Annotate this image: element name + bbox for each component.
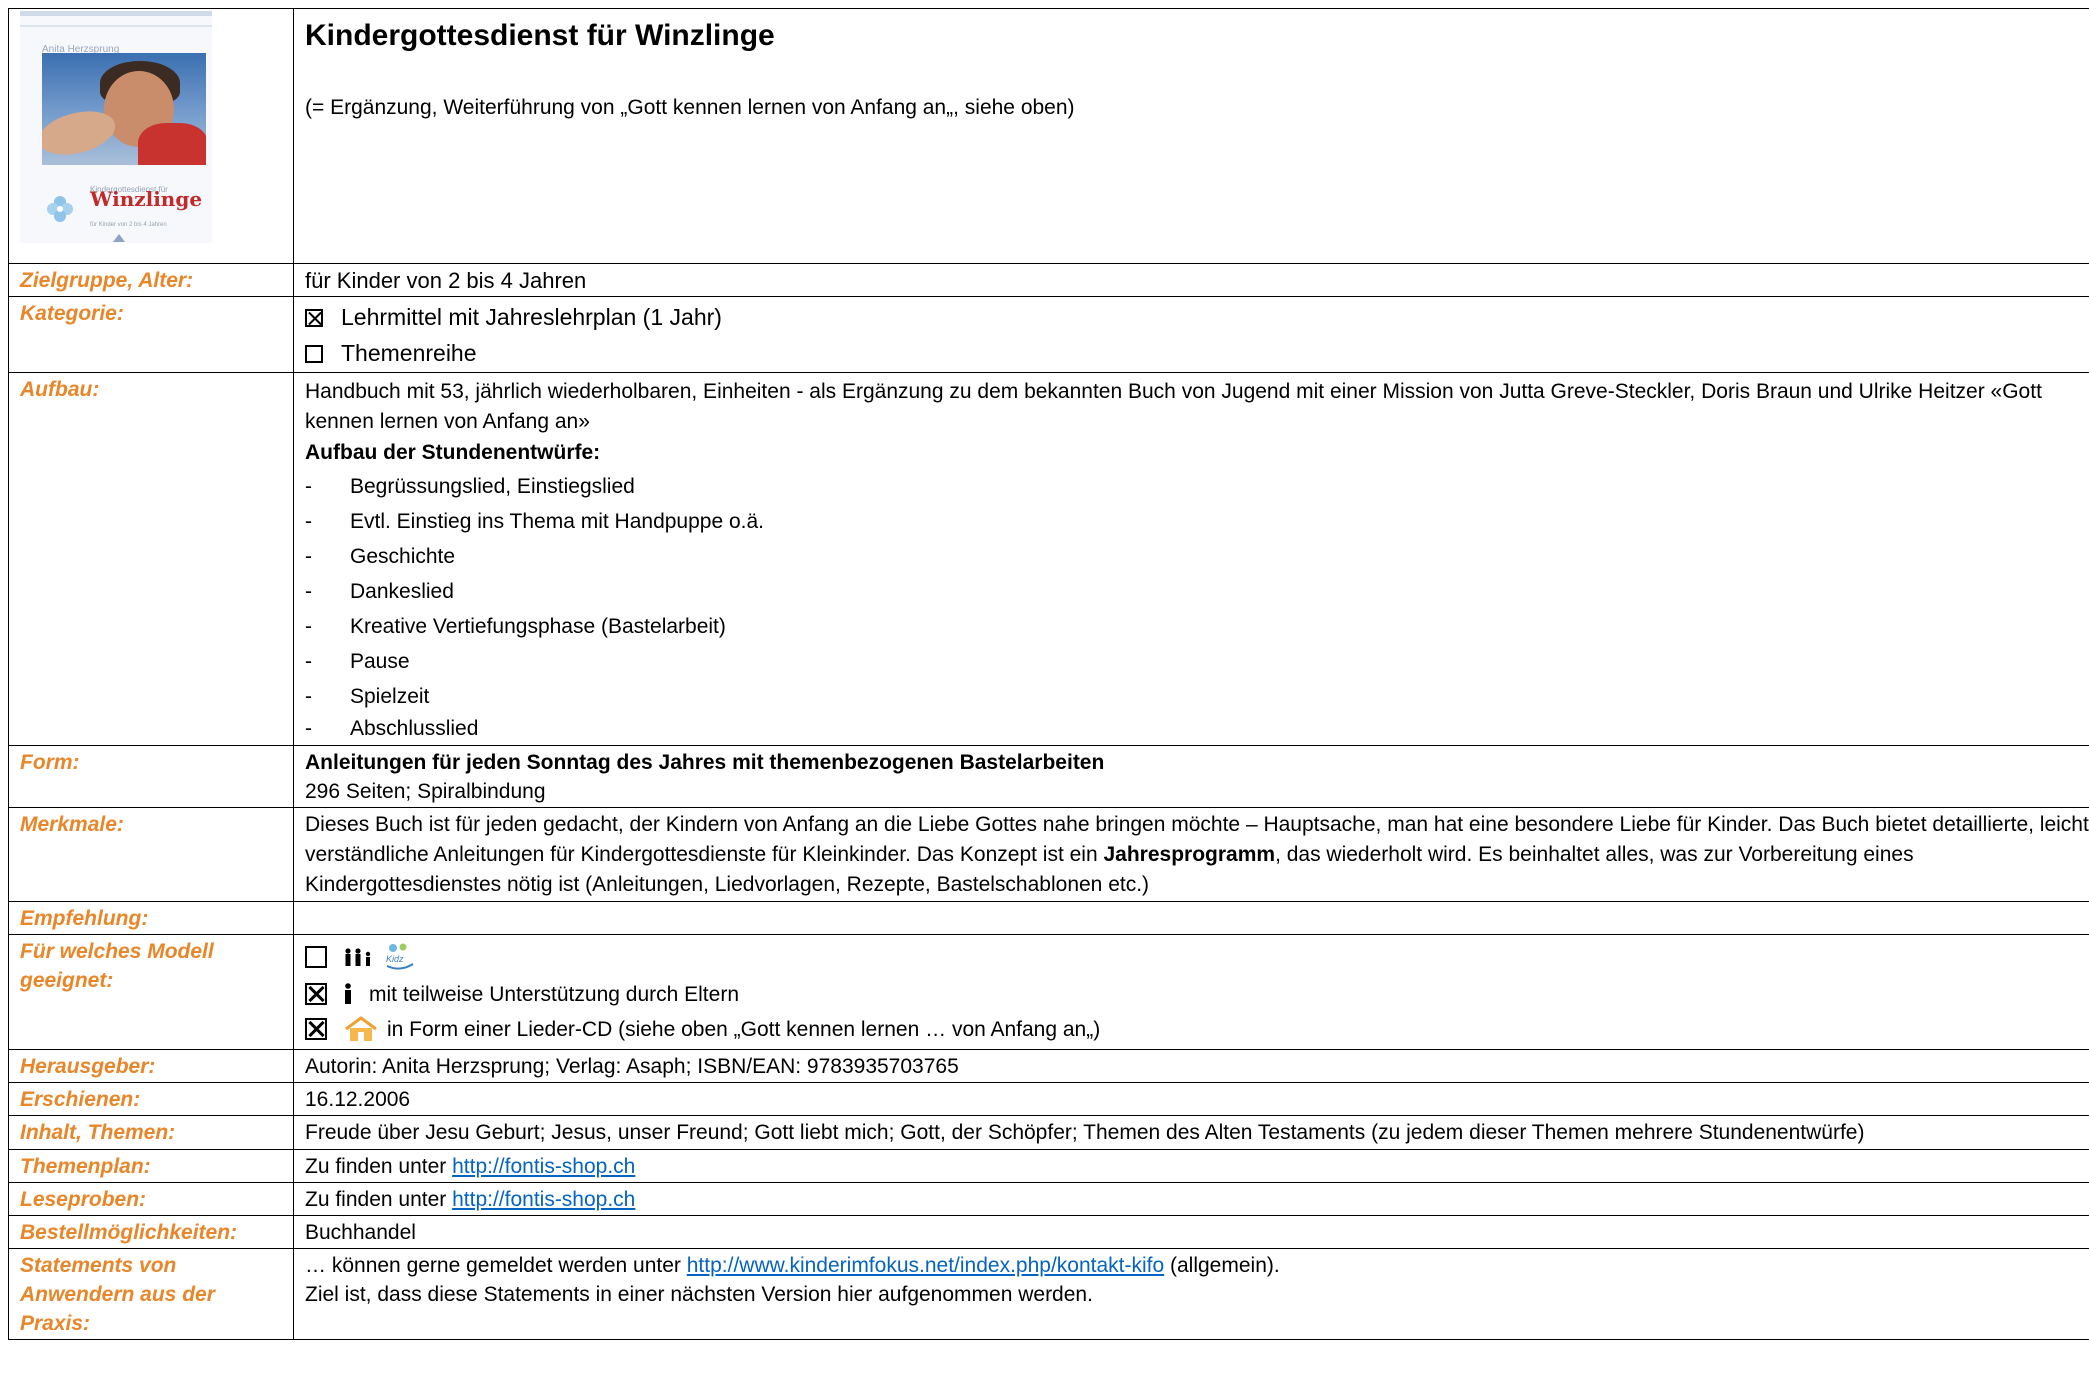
row-kategorie: Kategorie: Lehrmittel mit Jahreslehrplan… — [8, 296, 2089, 373]
home-icon — [343, 1016, 379, 1042]
form-bold: Anleitungen für jeden Sonntag des Jahres… — [305, 751, 1105, 774]
kidz-logo-icon: Kidz — [383, 942, 417, 972]
label-kategorie: Kategorie: — [8, 296, 294, 373]
empty-checkbox-icon[interactable] — [305, 345, 323, 363]
person-icon — [343, 983, 353, 1005]
flower-icon — [47, 196, 73, 222]
svg-text:Kidz: Kidz — [386, 954, 404, 964]
profile-table: Anita Herzsprung Kindergottesdienst für … — [8, 8, 2089, 1340]
value-zielgruppe: für Kinder von 2 bis 4 Jahren — [293, 263, 2089, 297]
merkmale-bold: Jahresprogramm — [1103, 843, 1276, 866]
header-row: Anita Herzsprung Kindergottesdienst für … — [8, 8, 2089, 264]
page-title: Kindergottesdienst für Winzlinge — [305, 19, 775, 52]
list-item: - Geschichte — [305, 545, 456, 568]
value-statements: … können gerne gemeldet werden unter htt… — [293, 1248, 2089, 1340]
row-bestell: Bestellmöglichkeiten: Buchhandel — [8, 1215, 2089, 1249]
label-statements: Statements von Anwendern aus der Praxis: — [8, 1248, 294, 1340]
themenplan-link[interactable]: http://fontis-shop.ch — [452, 1155, 635, 1178]
publisher-logo-icon — [113, 234, 125, 242]
modell-option-text: in Form einer Lieder-CD (siehe oben „Got… — [387, 1017, 1101, 1041]
value-inhalt: Freude über Jesu Geburt; Jesus, unser Fr… — [293, 1115, 2089, 1150]
title-cell: Kindergottesdienst für Winzlinge (= Ergä… — [293, 8, 2089, 264]
label-aufbau: Aufbau: — [8, 372, 294, 746]
statements-line-2: Ziel ist, dass diese Statements in einer… — [305, 1283, 1093, 1306]
row-merkmale: Merkmale: Dieses Buch ist für jeden geda… — [8, 807, 2089, 902]
label-modell: Für welches Modell geeignet: — [8, 934, 294, 1050]
row-empfehlung: Empfehlung: — [8, 901, 2089, 935]
value-leseproben: Zu finden unter http://fontis-shop.ch — [293, 1182, 2089, 1216]
page-subtitle: (= Ergänzung, Weiterführung von „Gott ke… — [305, 96, 1075, 119]
label-form: Form: — [8, 745, 294, 808]
checked-box-icon[interactable] — [305, 983, 327, 1005]
leseproben-prefix: Zu finden unter — [305, 1188, 453, 1211]
checked-box-icon[interactable] — [305, 309, 323, 327]
empty-checkbox-icon[interactable] — [305, 946, 327, 968]
value-themenplan: Zu finden unter http://fontis-shop.ch — [293, 1149, 2089, 1183]
row-modell: Für welches Modell geeignet: Kidz mit te… — [8, 934, 2089, 1050]
label-empfehlung: Empfehlung: — [8, 901, 294, 935]
book-cover-image: Anita Herzsprung Kindergottesdienst für … — [20, 11, 212, 243]
value-bestell: Buchhandel — [293, 1215, 2089, 1249]
label-inhalt: Inhalt, Themen: — [8, 1115, 294, 1150]
kategorie-option-label: Lehrmittel mit Jahreslehrplan (1 Jahr) — [341, 304, 722, 330]
label-erschienen: Erschienen: — [8, 1082, 294, 1116]
statements-link[interactable]: http://www.kinderimfokus.net/index.php/k… — [687, 1254, 1164, 1277]
row-erschienen: Erschienen: 16.12.2006 — [8, 1082, 2089, 1116]
row-statements: Statements von Anwendern aus der Praxis:… — [8, 1248, 2089, 1340]
value-aufbau: Handbuch mit 53, jährlich wiederholbaren… — [293, 372, 2089, 746]
kategorie-option-2[interactable]: Themenreihe — [305, 335, 2089, 371]
list-item: - Spielzeit — [305, 685, 430, 708]
modell-option-3[interactable]: in Form einer Lieder-CD (siehe oben „Got… — [305, 1012, 2089, 1046]
list-item: - Pause — [305, 650, 410, 673]
kategorie-option-label: Themenreihe — [341, 340, 477, 366]
modell-option-1[interactable]: Kidz — [305, 938, 2089, 976]
list-item: - Begrüssungslied, Einstiegslied — [305, 475, 635, 498]
row-aufbau: Aufbau: Handbuch mit 53, jährlich wieder… — [8, 372, 2089, 746]
cover-title: Winzlinge — [90, 187, 203, 211]
label-zielgruppe: Zielgruppe, Alter: — [8, 263, 294, 297]
themenplan-prefix: Zu finden unter — [305, 1155, 453, 1178]
row-inhalt: Inhalt, Themen: Freude über Jesu Geburt;… — [8, 1115, 2089, 1150]
value-empfehlung — [293, 901, 2089, 935]
cover-fine-print: für Kinder von 2 bis 4 Jahren — [90, 222, 167, 228]
value-kategorie: Lehrmittel mit Jahreslehrplan (1 Jahr) T… — [293, 296, 2089, 373]
list-item: - Abschlusslied — [305, 717, 479, 740]
label-herausgeber: Herausgeber: — [8, 1049, 294, 1083]
list-item: - Kreative Vertiefungsphase (Bastelarbeit… — [305, 615, 726, 638]
aufbau-heading: Aufbau der Stundenentwürfe: — [305, 441, 601, 464]
label-bestell: Bestellmöglichkeiten: — [8, 1215, 294, 1249]
modell-option-text: mit teilweise Unterstützung durch Eltern — [369, 982, 739, 1006]
row-herausgeber: Herausgeber: Autorin: Anita Herzsprung; … — [8, 1049, 2089, 1083]
list-item: - Dankeslied — [305, 580, 454, 603]
value-herausgeber: Autorin: Anita Herzsprung; Verlag: Asaph… — [293, 1049, 2089, 1083]
value-merkmale: Dieses Buch ist für jeden gedacht, der K… — [293, 807, 2089, 902]
row-form: Form: Anleitungen für jeden Sonntag des … — [8, 745, 2089, 808]
row-leseproben: Leseproben: Zu finden unter http://fonti… — [8, 1182, 2089, 1216]
form-detail: 296 Seiten; Spiralbindung — [305, 780, 546, 803]
list-item: - Evtl. Einstieg ins Thema mit Handpuppe … — [305, 510, 765, 533]
aufbau-intro: Handbuch mit 53, jährlich wiederholbaren… — [305, 380, 2042, 433]
modell-option-2[interactable]: mit teilweise Unterstützung durch Eltern — [305, 976, 2089, 1012]
label-themenplan: Themenplan: — [8, 1149, 294, 1183]
leseproben-link[interactable]: http://fontis-shop.ch — [452, 1188, 635, 1211]
row-themenplan: Themenplan: Zu finden unter http://fonti… — [8, 1149, 2089, 1183]
value-modell: Kidz mit teilweise Unterstützung durch E… — [293, 934, 2089, 1050]
cover-cell: Anita Herzsprung Kindergottesdienst für … — [8, 8, 294, 264]
checked-box-icon[interactable] — [305, 1018, 327, 1040]
kategorie-option-1[interactable]: Lehrmittel mit Jahreslehrplan (1 Jahr) — [305, 299, 2089, 335]
statements-line-1: … können gerne gemeldet werden unter htt… — [305, 1254, 1280, 1277]
aufbau-steps-list: - Begrüssungslied, Einstiegslied - Evtl. E… — [305, 469, 2089, 744]
label-leseproben: Leseproben: — [8, 1182, 294, 1216]
value-erschienen: 16.12.2006 — [293, 1082, 2089, 1116]
family-icon — [343, 947, 373, 967]
row-zielgruppe: Zielgruppe, Alter: für Kinder von 2 bis … — [8, 263, 2089, 297]
label-merkmale: Merkmale: — [8, 807, 294, 902]
cover-photo — [42, 53, 206, 165]
value-form: Anleitungen für jeden Sonntag des Jahres… — [293, 745, 2089, 808]
